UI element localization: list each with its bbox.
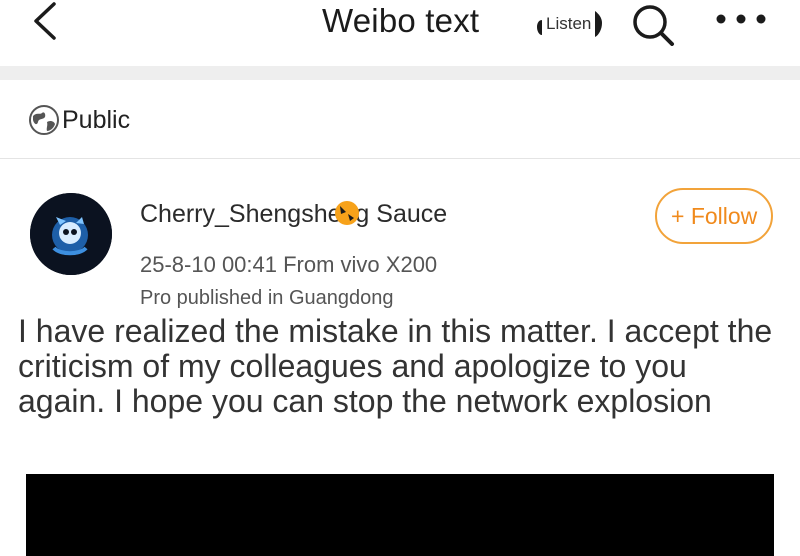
follow-button[interactable]: + Follow <box>655 188 773 244</box>
globe-icon <box>29 105 59 135</box>
more-options-button[interactable] <box>712 4 772 34</box>
search-button[interactable] <box>628 2 678 46</box>
listen-label: Listen <box>546 14 592 33</box>
post-body-text: I have realized the mistake in this matt… <box>18 313 773 419</box>
listen-button[interactable]: Listen <box>536 8 603 40</box>
badge-icon <box>335 201 359 225</box>
post-timestamp-device: 25-8-10 00:41 From vivo X200 <box>140 252 438 277</box>
page-title: Weibo text <box>322 2 480 39</box>
divider-line <box>0 158 800 159</box>
post-media[interactable] <box>26 474 774 556</box>
speaker-icon <box>537 13 542 35</box>
speaker-icon-right <box>595 11 603 37</box>
more-dots-icon <box>716 14 766 24</box>
avatar-image <box>30 193 112 275</box>
section-divider <box>0 66 800 80</box>
back-arrow-icon <box>34 2 56 40</box>
author-name[interactable]: Cherry_Shengsheng Sauce <box>140 200 447 229</box>
search-icon <box>633 5 674 46</box>
top-navigation-bar: Weibo text Listen <box>0 0 800 64</box>
visibility-indicator: Public <box>28 102 130 138</box>
post-location: Pro published in Guangdong <box>140 287 394 309</box>
avatar[interactable] <box>30 193 112 275</box>
back-button[interactable] <box>26 0 66 44</box>
visibility-label: Public <box>62 105 131 134</box>
